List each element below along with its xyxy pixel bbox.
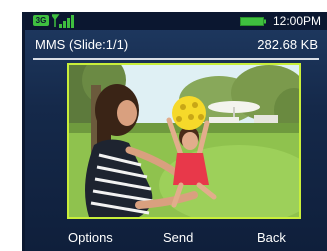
mother-and-daughter-photo-image bbox=[69, 65, 299, 217]
battery-full-icon bbox=[240, 17, 266, 26]
send-softkey[interactable]: Send bbox=[163, 229, 193, 247]
header-divider bbox=[33, 58, 319, 60]
status-bar: 3G 12:00PM bbox=[25, 12, 327, 30]
message-header: MMS (Slide:1/1) 282.68 KB bbox=[25, 34, 327, 56]
signal-bars-icon bbox=[52, 14, 74, 28]
network-type-badge: 3G bbox=[33, 15, 49, 26]
phone-screen: 3G 12:00PM MMS (Slide:1/1) 282.68 KB Opt… bbox=[22, 12, 327, 251]
message-size: 282.68 KB bbox=[257, 37, 318, 52]
page-title: MMS (Slide:1/1) bbox=[35, 37, 129, 52]
softkey-bar: Options Send Back bbox=[25, 228, 327, 250]
slide-photo[interactable] bbox=[67, 63, 301, 219]
back-softkey[interactable]: Back bbox=[257, 229, 286, 247]
clock: 12:00PM bbox=[272, 14, 321, 28]
options-softkey[interactable]: Options bbox=[68, 229, 113, 247]
